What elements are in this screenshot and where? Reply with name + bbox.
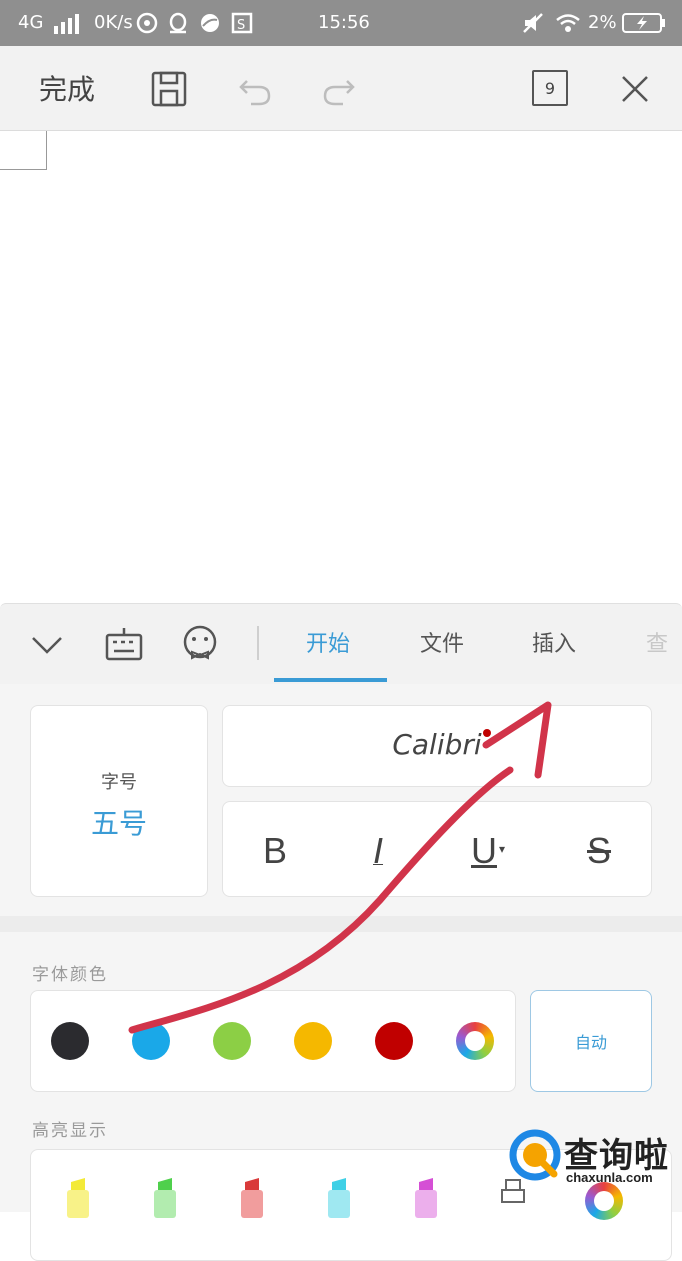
battery-icon: [622, 13, 666, 37]
chevron-down-icon[interactable]: [28, 626, 66, 664]
font-name: Calibri: [392, 728, 482, 761]
color-swatch-yellow[interactable]: [294, 1022, 332, 1060]
top-toolbar: 完成 9: [0, 46, 682, 131]
ribbon-divider: [257, 626, 259, 660]
highlighter-cyan-icon[interactable]: [324, 1178, 354, 1218]
color-wheel-icon[interactable]: [456, 1022, 494, 1060]
watermark-url: chaxunla.com: [566, 1170, 653, 1185]
font-color-label: 字体颜色: [32, 965, 108, 985]
text-style-card: B I U ▾ S: [222, 801, 652, 897]
redo-icon[interactable]: [318, 68, 360, 110]
qq-icon: [167, 12, 189, 38]
color-swatch-red[interactable]: [375, 1022, 413, 1060]
wifi-icon: [555, 12, 581, 38]
font-name-selector[interactable]: Calibri: [222, 705, 652, 787]
clock: 15:56: [318, 12, 370, 33]
underline-dropdown-icon[interactable]: ▾: [499, 842, 505, 856]
auto-color-label: 自动: [574, 1033, 607, 1052]
watermark-search-icon: [509, 1129, 561, 1181]
font-size-value: 五号: [90, 807, 147, 840]
italic-button[interactable]: I: [373, 830, 383, 872]
highlighter-red-icon[interactable]: [237, 1178, 267, 1218]
tab-start[interactable]: 开始: [306, 626, 350, 658]
font-size-card[interactable]: 字号 五号: [30, 705, 208, 897]
strikethrough-button[interactable]: S: [587, 830, 611, 872]
mute-icon: [522, 12, 544, 38]
network-type: 4G: [18, 12, 44, 33]
color-swatch-green[interactable]: [213, 1022, 251, 1060]
color-swatch-black[interactable]: [51, 1022, 89, 1060]
done-button[interactable]: 完成: [22, 64, 112, 112]
close-icon[interactable]: [614, 68, 656, 110]
font-size-label: 字号: [101, 772, 137, 793]
tab-review[interactable]: 查: [646, 626, 668, 658]
undo-icon[interactable]: [234, 68, 276, 110]
color-swatch-blue[interactable]: [132, 1022, 170, 1060]
browser-icon: [199, 12, 221, 38]
signal-icon: [54, 14, 84, 38]
network-speed: 0K/s: [94, 12, 133, 33]
font-color-swatches: [30, 990, 516, 1092]
bold-button[interactable]: B: [263, 830, 287, 872]
page-count-icon[interactable]: 9: [532, 70, 568, 106]
watermark-logo: 查询啦 chaxunla.com: [502, 1122, 682, 1212]
highlighter-green-icon[interactable]: [150, 1178, 180, 1218]
app-notification-icon: [136, 12, 158, 38]
underline-button[interactable]: U: [471, 830, 497, 872]
active-tab-indicator: [274, 678, 387, 682]
highlight-label: 高亮显示: [32, 1121, 108, 1141]
save-icon[interactable]: [148, 68, 190, 110]
auto-color-button[interactable]: 自动: [530, 990, 652, 1092]
keyboard-icon[interactable]: [104, 624, 144, 664]
svg-text:S: S: [237, 18, 245, 33]
highlighter-pink-icon[interactable]: [411, 1178, 441, 1218]
tab-insert[interactable]: 插入: [532, 626, 576, 658]
page-corner-marker: [0, 131, 47, 170]
ribbon-tabs: 开始 文件 插入 查: [0, 603, 682, 685]
document-canvas[interactable]: [0, 131, 682, 603]
section-divider: [0, 916, 682, 932]
s-app-icon: S: [231, 12, 253, 38]
tab-file[interactable]: 文件: [420, 626, 464, 658]
emoji-icon[interactable]: [180, 624, 220, 664]
battery-percent: 2%: [588, 12, 617, 33]
status-bar: 4G 0K/s S 15:56 2%: [0, 0, 682, 46]
highlighter-yellow-icon[interactable]: [63, 1178, 93, 1218]
